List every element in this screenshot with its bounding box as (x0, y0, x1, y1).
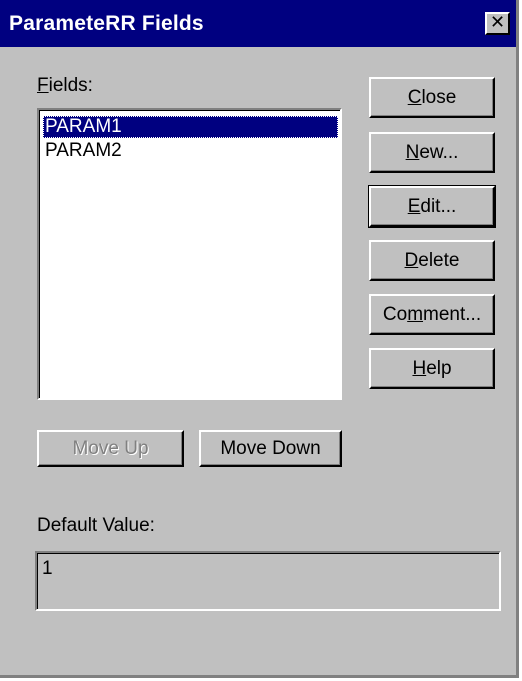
default-value-text: 1 (42, 558, 53, 579)
help-button[interactable]: Help (369, 348, 495, 389)
list-item-param1[interactable]: PARAM1 (43, 116, 338, 138)
parameterr-fields-dialog: ParameteRR Fields ✕ Fields: PARAM1 PARAM… (0, 0, 519, 678)
default-value-label: Default Value: (37, 515, 155, 536)
move-down-button[interactable]: Move Down (199, 430, 342, 467)
window-title: ParameteRR Fields (9, 12, 204, 35)
close-button[interactable]: Close (369, 77, 495, 118)
list-item-param2[interactable]: PARAM2 (43, 140, 338, 162)
fields-label: Fields: (37, 75, 93, 96)
close-icon: ✕ (489, 12, 506, 33)
fields-listbox[interactable]: PARAM1 PARAM2 (37, 108, 342, 400)
comment-button[interactable]: Comment... (369, 294, 495, 335)
delete-button[interactable]: Delete (369, 240, 495, 281)
title-bar[interactable]: ParameteRR Fields ✕ (0, 0, 516, 47)
move-up-button[interactable]: Move Up (37, 430, 184, 467)
new-button[interactable]: New... (369, 132, 495, 173)
close-window-button[interactable]: ✕ (485, 12, 510, 35)
edit-button[interactable]: Edit... (368, 185, 496, 228)
default-value-field[interactable]: 1 (35, 551, 501, 611)
